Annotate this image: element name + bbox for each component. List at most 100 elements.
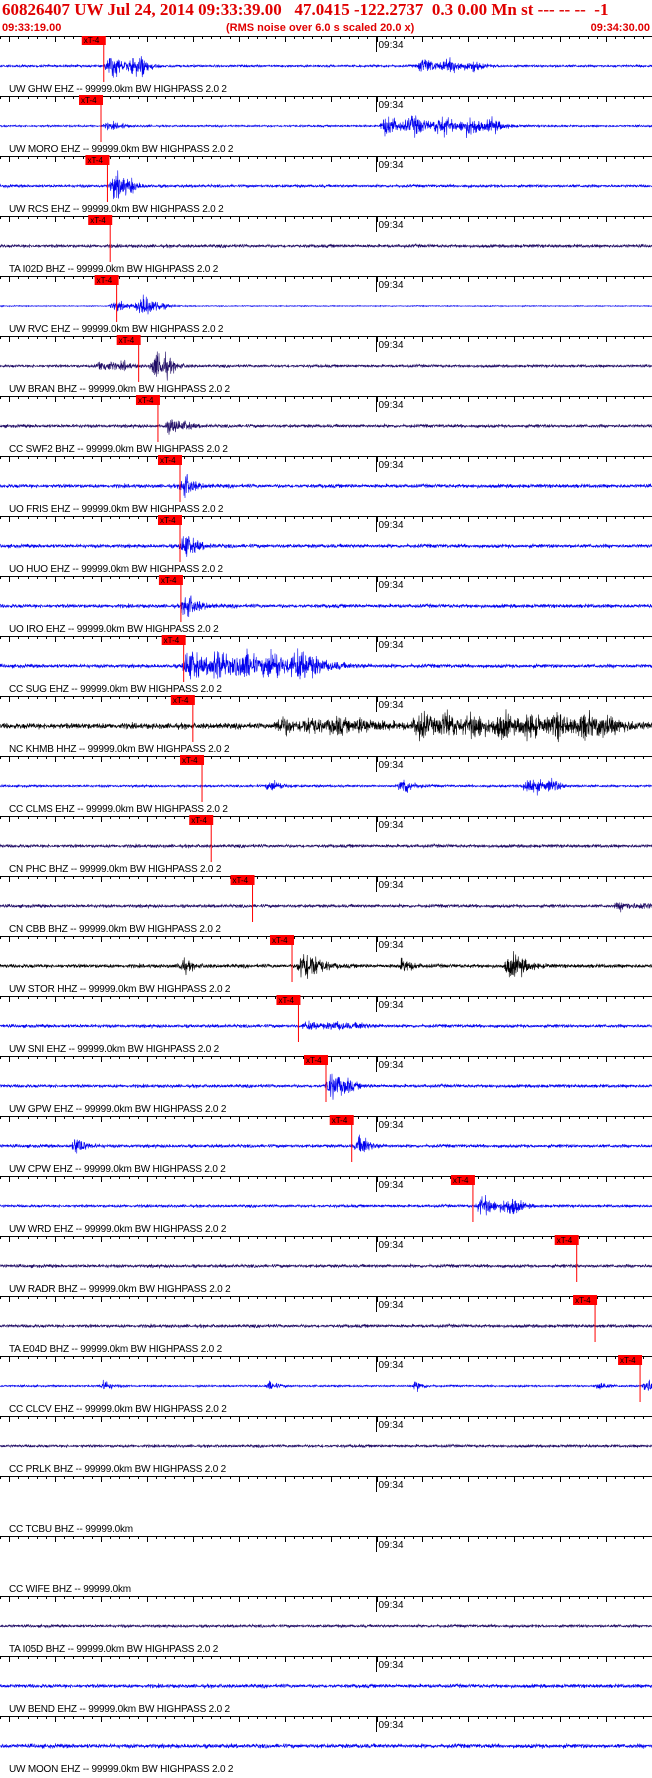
pick-label: xT-4	[453, 1176, 469, 1185]
minute-tick-label: 09:34	[379, 340, 404, 351]
trace-panel: 09:34 xT-4 CN PHC BHZ -- 99999.0km BW HIGH…	[0, 815, 652, 875]
waveform-trace	[0, 56, 652, 78]
minute-tick-label: 09:34	[379, 580, 404, 591]
station-label: CC CLMS EHZ -- 99999.0km BW HIGHPASS 2.0…	[9, 804, 228, 815]
waveform-trace	[0, 1623, 652, 1629]
waveform-trace	[0, 1379, 652, 1393]
trace-panel: 09:34 xT-4 UW RVC EHZ -- 99999.0km BW HIGH…	[0, 275, 652, 335]
station-label: UW MOON EHZ -- 99999.0km BW HIGHPASS 2.0…	[9, 1764, 234, 1775]
trace-panel: 09:34 xT-4 CC CLCV EHZ -- 99999.0km BW HIG…	[0, 1355, 652, 1415]
event-title: 60826407 UW Jul 24, 2014 09:33:39.00 47.…	[2, 0, 609, 19]
pick-label: xT-4	[557, 1236, 573, 1245]
pick-label: xT-4	[138, 396, 154, 405]
trace-panel: 09:34 xT-4 UO FRIS EHZ -- 99999.0km BW HIG…	[0, 455, 652, 515]
waveform-trace	[0, 648, 652, 680]
waveform-trace	[0, 1195, 652, 1216]
pick-label: xT-4	[164, 636, 180, 645]
trace-panel: 09:34 xT-4 NC KHMB HHZ -- 99999.0km BW HIG…	[0, 695, 652, 755]
minute-tick-label: 09:34	[379, 880, 404, 891]
waveform-trace	[0, 1682, 652, 1689]
trace-panel: 09:34 xT-4 CC CLMS EHZ -- 99999.0km BW HIG…	[0, 755, 652, 815]
waveform-trace	[0, 536, 652, 557]
waveform-trace	[0, 1134, 652, 1154]
minute-tick-label: 09:34	[379, 520, 404, 531]
waveform-trace	[0, 243, 652, 249]
trace-panel: 09:34 xT-4 UW MORO EHZ -- 99999.0km BW HIG…	[0, 95, 652, 155]
waveform-trace	[0, 777, 652, 796]
minute-tick-label: 09:34	[379, 1120, 404, 1131]
pick-label: xT-4	[119, 336, 135, 345]
minute-tick-label: 09:34	[379, 1060, 404, 1071]
seismogram-plot: 09:34 xT-4 UW GHW EHZ -- 99999.0km BW HIGH…	[0, 36, 652, 1775]
trace-panel: 09:34 CC TCBU BHZ -- 99999.0km	[0, 1476, 652, 1535]
minute-tick-label: 09:34	[379, 940, 404, 951]
pick-label: xT-4	[620, 1356, 636, 1365]
waveform-trace	[0, 709, 652, 743]
trace-panel: 09:34 xT-4 CC SWF2 BHZ -- 99999.0km BW HIG…	[0, 395, 652, 455]
pick-label: xT-4	[332, 1116, 348, 1125]
minute-tick-label: 09:34	[379, 460, 404, 471]
station-label: NC KHMB HHZ -- 99999.0km BW HIGHPASS 2.0…	[9, 744, 230, 755]
waveform-trace	[0, 1020, 652, 1031]
pick-label: xT-4	[278, 996, 294, 1005]
noise-note-label: (RMS noise over 6.0 s scaled 20.0 x)	[226, 22, 415, 34]
minute-tick-label: 09:34	[379, 1660, 404, 1671]
trace-panel: 09:34 xT-4 UW RADR BHZ -- 99999.0km BW HIG…	[0, 1235, 652, 1295]
minute-tick-label: 09:34	[379, 1540, 404, 1551]
waveform-trace	[0, 294, 652, 315]
station-label: CN CBB BHZ -- 99999.0km BW HIGHPASS 2.0 …	[9, 924, 221, 935]
waveform-trace	[0, 170, 652, 200]
waveform-trace	[0, 843, 652, 849]
station-label: UW BRAN BHZ -- 99999.0km BW HIGHPASS 2.0…	[9, 384, 231, 395]
station-label: UW RVC EHZ -- 99999.0km BW HIGHPASS 2.0 …	[9, 324, 224, 335]
pick-label: xT-4	[173, 696, 189, 705]
end-time-label: 09:34:30.00	[590, 22, 650, 34]
waveform-trace	[0, 1443, 652, 1449]
station-label: UW STOR HHZ -- 99999.0km BW HIGHPASS 2.0…	[9, 984, 231, 995]
station-label: UW GHW EHZ -- 99999.0km BW HIGHPASS 2.0 …	[9, 84, 227, 95]
station-label: UO FRIS EHZ -- 99999.0km BW HIGHPASS 2.0…	[9, 504, 224, 515]
minute-tick-label: 09:34	[379, 700, 404, 711]
pick-label: xT-4	[87, 156, 103, 165]
trace-panel: 09:34 xT-4 UO IRO EHZ -- 99999.0km BW HIGH…	[0, 575, 652, 635]
waveform-trace	[0, 474, 652, 498]
station-label: CC TCBU BHZ -- 99999.0km	[9, 1524, 133, 1535]
minute-tick-label: 09:34	[379, 820, 404, 831]
minute-tick-label: 09:34	[379, 1720, 404, 1731]
trace-panel: 09:34 CC PRLK BHZ -- 99999.0km BW HIGHPAS…	[0, 1416, 652, 1475]
trace-panel: 09:34 xT-4 TA I02D BHZ -- 99999.0km BW HIG…	[0, 215, 652, 275]
pick-label: xT-4	[575, 1296, 591, 1305]
station-label: TA I02D BHZ -- 99999.0km BW HIGHPASS 2.0…	[9, 264, 219, 275]
station-label: UW MORO EHZ -- 99999.0km BW HIGHPASS 2.0…	[9, 144, 234, 155]
minute-tick-label: 09:34	[379, 760, 404, 771]
trace-panel: 09:34 xT-4 TA E04D BHZ -- 99999.0km BW HIG…	[0, 1295, 652, 1355]
station-label: UW WRD EHZ -- 99999.0km BW HIGHPASS 2.0 …	[9, 1224, 227, 1235]
pick-label: xT-4	[272, 936, 288, 945]
minute-tick-label: 09:34	[379, 1420, 404, 1431]
station-label: CC PRLK BHZ -- 99999.0km BW HIGHPASS 2.0…	[9, 1464, 227, 1475]
trace-panel: 09:34 UW BEND EHZ -- 99999.0km BW HIGHPAS…	[0, 1656, 652, 1715]
trace-panel: 09:34 xT-4 UW GHW EHZ -- 99999.0km BW HIGH…	[0, 36, 652, 95]
pick-label: xT-4	[191, 816, 207, 825]
minute-tick-label: 09:34	[379, 1600, 404, 1611]
minute-tick-label: 09:34	[379, 640, 404, 651]
waveform-trace	[0, 1262, 652, 1270]
station-label: UO HUO EHZ -- 99999.0km BW HIGHPASS 2.0 …	[9, 564, 224, 575]
trace-panel: 09:34 xT-4 UW GPW EHZ -- 99999.0km BW HIGH…	[0, 1055, 652, 1115]
trace-panel: 09:34 xT-4 CC SUG EHZ -- 99999.0km BW HIGH…	[0, 635, 652, 695]
trace-panel: 09:34 xT-4 UW BRAN BHZ -- 99999.0km BW HIG…	[0, 335, 652, 395]
minute-tick-label: 09:34	[379, 220, 404, 231]
station-label: TA E04D BHZ -- 99999.0km BW HIGHPASS 2.0…	[9, 1344, 223, 1355]
trace-panel: 09:34 xT-4 UW WRD EHZ -- 99999.0km BW HIGH…	[0, 1175, 652, 1235]
station-label: UW RADR BHZ -- 99999.0km BW HIGHPASS 2.0…	[9, 1284, 231, 1295]
minute-tick-label: 09:34	[379, 400, 404, 411]
trace-panel: 09:34 xT-4 UW RCS EHZ -- 99999.0km BW HIGH…	[0, 155, 652, 215]
minute-tick-label: 09:34	[379, 1300, 404, 1311]
waveform-trace	[0, 951, 652, 979]
minute-tick-label: 09:34	[379, 1180, 404, 1191]
station-label: CC WIFE BHZ -- 99999.0km	[9, 1584, 131, 1595]
trace-panel: 09:34 xT-4 UW SNI EHZ -- 99999.0km BW HIGH…	[0, 995, 652, 1055]
station-label: UW GPW EHZ -- 99999.0km BW HIGHPASS 2.0 …	[9, 1104, 227, 1115]
pick-label: xT-4	[182, 756, 198, 765]
trace-panel: 09:34 xT-4 UW CPW EHZ -- 99999.0km BW HIGH…	[0, 1115, 652, 1175]
